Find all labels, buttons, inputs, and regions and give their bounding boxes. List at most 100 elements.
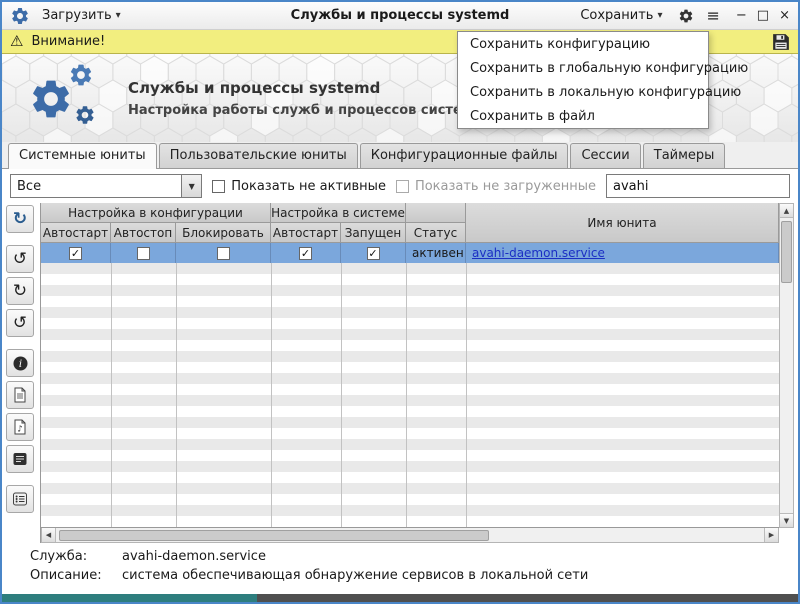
tab-timers[interactable]: Таймеры	[643, 143, 726, 168]
window-title: Службы и процессы systemd	[291, 8, 510, 23]
refresh-units-button[interactable]: ↻	[6, 205, 34, 233]
close-button[interactable]: ×	[779, 9, 790, 22]
header-title: Службы и процессы systemd	[128, 79, 484, 97]
warning-label: Внимание!	[31, 34, 105, 49]
column-header-autostart-config[interactable]: Автостарт	[41, 223, 111, 243]
autostart-config-checkbox[interactable]: ✓	[69, 247, 82, 260]
show-inactive-checkbox[interactable]	[212, 180, 225, 193]
column-header-status[interactable]: Статус	[406, 223, 466, 243]
unit-list-button[interactable]	[6, 485, 34, 513]
unit-journal-button[interactable]: ♪	[6, 413, 34, 441]
gears-logo-icon	[28, 62, 106, 134]
service-value: avahi-daemon.service	[122, 549, 266, 564]
show-unloaded-label: Показать не загруженные	[415, 179, 596, 194]
group-header-system: Настройка в системе	[271, 203, 406, 223]
redo-button[interactable]: ↻	[6, 277, 34, 305]
file-icon	[12, 387, 28, 403]
side-toolbar: ↻ ↺ ↻ ↺ i ♪	[6, 203, 38, 543]
tab-user-units[interactable]: Пользовательские юниты	[159, 143, 358, 168]
history-icon: ↺	[13, 249, 27, 269]
show-inactive-label: Показать не активные	[231, 179, 386, 194]
menu-item-save-local-config[interactable]: Сохранить в локальную конфигурацию	[458, 80, 708, 104]
status-progress-bar	[2, 594, 798, 602]
column-header-running[interactable]: Запущен	[341, 223, 406, 243]
maximize-button[interactable]: □	[757, 9, 769, 22]
warning-icon: ⚠	[10, 34, 23, 49]
app-gear-logo-icon	[10, 6, 30, 26]
chevron-down-icon: ▾	[116, 10, 121, 21]
scroll-left-icon[interactable]: ◀	[42, 528, 56, 542]
autostop-checkbox[interactable]	[137, 247, 150, 260]
save-dropdown-menu: Сохранить конфигурацию Сохранить в глоба…	[457, 31, 709, 129]
main-area: ↻ ↺ ↻ ↺ i ♪ Настройка в конфигур	[2, 203, 798, 543]
tab-bar: Системные юниты Пользовательские юниты К…	[2, 142, 798, 169]
titlebar: Загрузить ▾ Службы и процессы systemd Со…	[2, 2, 798, 30]
column-header-unit-name[interactable]: Имя юнита	[466, 203, 779, 243]
table-body: ✓ ✓ ✓ активен avahi-daemon.service	[41, 243, 779, 528]
load-button[interactable]: Загрузить ▾	[38, 6, 125, 25]
file-note-icon: ♪	[12, 419, 28, 435]
header-subtitle: Настройка работы служб и процессов систе…	[128, 103, 484, 118]
empty-rows-stripes	[41, 263, 779, 527]
unit-log-button[interactable]	[6, 445, 34, 473]
autostart-system-checkbox[interactable]: ✓	[299, 247, 312, 260]
units-table: Настройка в конфигурации Настройка в сис…	[40, 203, 794, 543]
show-unloaded-checkbox[interactable]	[396, 180, 409, 193]
status-cell: активен	[406, 243, 466, 263]
console-icon	[12, 451, 28, 467]
column-header-autostop[interactable]: Автостоп	[111, 223, 176, 243]
menu-item-save-to-file[interactable]: Сохранить в файл	[458, 104, 708, 128]
vertical-scrollbar[interactable]: ▲ ▼	[779, 203, 794, 528]
save-file-icon-button[interactable]	[772, 33, 790, 51]
minimize-button[interactable]: −	[736, 9, 747, 22]
menu-item-save-global-config[interactable]: Сохранить в глобальную конфигурацию	[458, 56, 708, 80]
unit-filter-select[interactable]: Все ▼	[10, 174, 202, 198]
svg-text:♪: ♪	[17, 425, 22, 435]
svg-text:i: i	[18, 359, 21, 370]
redo-icon: ↻	[13, 281, 27, 301]
unit-info-button[interactable]: i	[6, 349, 34, 377]
scroll-right-icon[interactable]: ▶	[764, 528, 778, 542]
unit-details: Служба: avahi-daemon.service Описание: с…	[2, 543, 798, 594]
column-header-block[interactable]: Блокировать	[176, 223, 271, 243]
description-label: Описание:	[30, 568, 122, 583]
block-checkbox[interactable]	[217, 247, 230, 260]
restore-state-button[interactable]: ↺	[6, 245, 34, 273]
running-checkbox[interactable]: ✓	[367, 247, 380, 260]
service-label: Служба:	[30, 549, 122, 564]
info-icon: i	[12, 355, 29, 372]
save-button-label: Сохранить	[580, 8, 653, 23]
save-button[interactable]: Сохранить ▾	[576, 6, 666, 25]
group-header-empty	[406, 203, 466, 223]
hamburger-menu-button[interactable]: ≡	[706, 6, 719, 25]
tab-system-units[interactable]: Системные юниты	[8, 143, 157, 169]
table-row[interactable]: ✓ ✓ ✓ активен avahi-daemon.service	[41, 243, 779, 263]
app-window: Загрузить ▾ Службы и процессы systemd Со…	[0, 0, 800, 604]
tab-sessions[interactable]: Сессии	[570, 143, 640, 168]
list-icon	[12, 491, 28, 507]
description-value: система обеспечивающая обнаружение серви…	[122, 568, 588, 583]
refresh-icon: ↻	[13, 209, 27, 229]
column-header-autostart-system[interactable]: Автостарт	[271, 223, 341, 243]
group-header-config: Настройка в конфигурации	[41, 203, 271, 223]
scroll-up-icon[interactable]: ▲	[780, 204, 793, 218]
scroll-down-icon[interactable]: ▼	[780, 513, 793, 527]
load-button-label: Загрузить	[42, 8, 112, 23]
search-input[interactable]	[606, 174, 790, 198]
unit-name-link[interactable]: avahi-daemon.service	[472, 246, 605, 260]
tab-config-files[interactable]: Конфигурационные файлы	[360, 143, 569, 168]
undo-icon: ↺	[13, 313, 27, 333]
undo-button[interactable]: ↺	[6, 309, 34, 337]
table-header: Настройка в конфигурации Настройка в сис…	[41, 203, 779, 243]
chevron-down-icon: ▾	[657, 10, 662, 21]
horizontal-scrollbar[interactable]: ◀ ▶	[41, 528, 779, 543]
unit-filter-value: Все	[11, 179, 181, 194]
hscroll-thumb[interactable]	[59, 530, 489, 541]
settings-gear-button[interactable]	[678, 8, 694, 24]
filter-bar: Все ▼ Показать не активные Показать не з…	[2, 169, 798, 203]
combo-arrow-icon: ▼	[181, 175, 201, 197]
progress-fill	[2, 594, 257, 602]
menu-item-save-config[interactable]: Сохранить конфигурацию	[458, 32, 708, 56]
vscroll-thumb[interactable]	[781, 221, 792, 283]
unit-file-button[interactable]	[6, 381, 34, 409]
